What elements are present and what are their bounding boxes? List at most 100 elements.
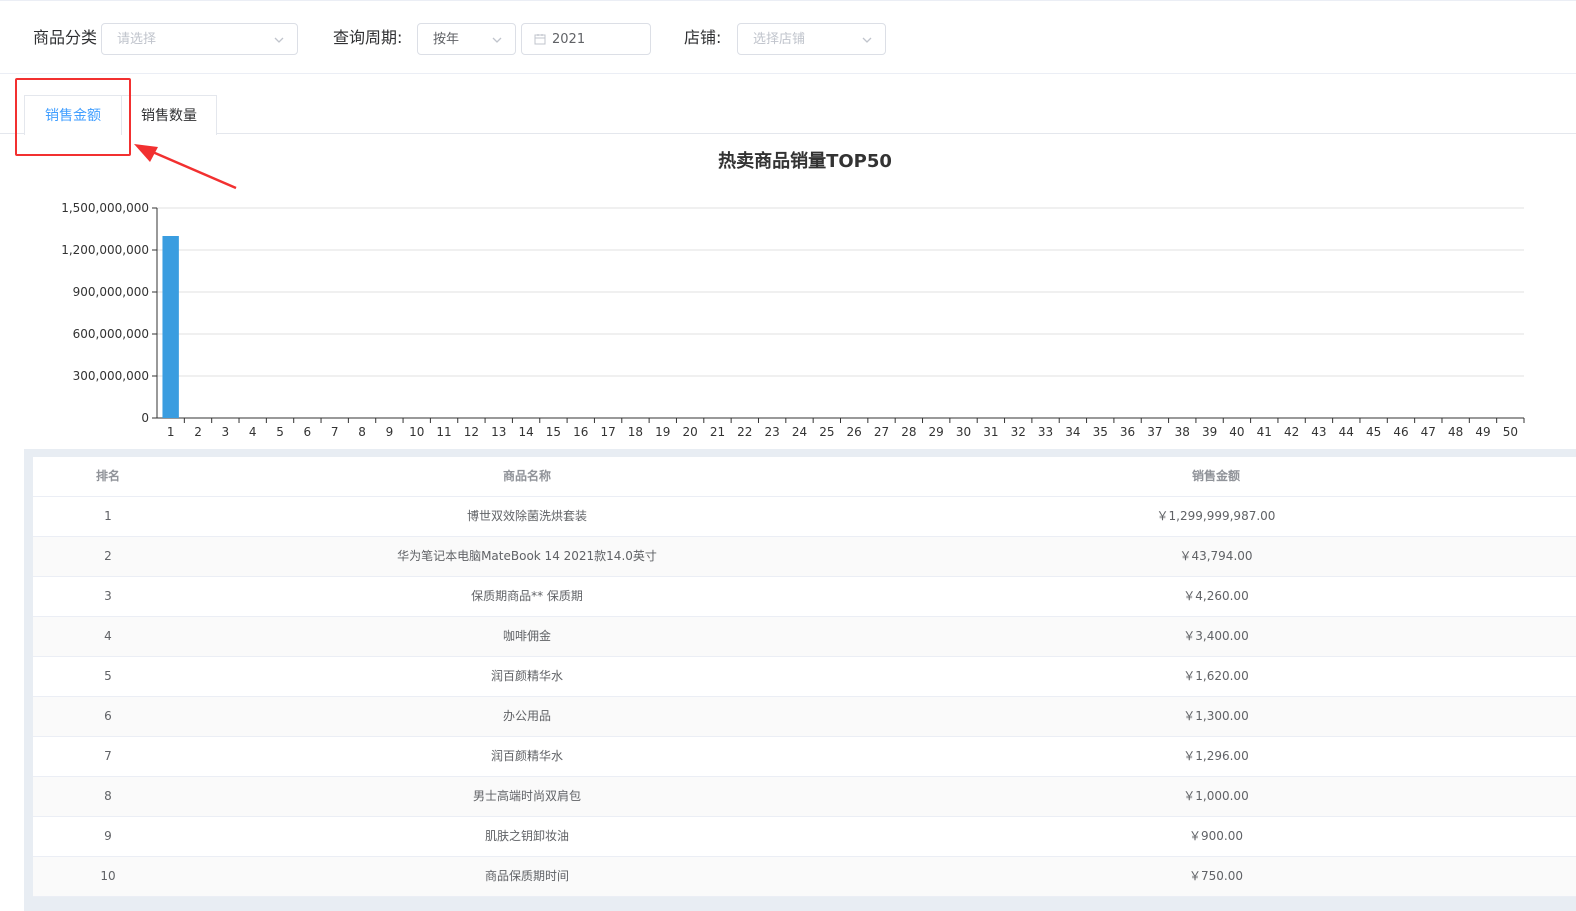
x-tick-label: 20 — [682, 425, 697, 439]
row-sales-amount: ￥43,794.00 — [1179, 549, 1253, 563]
row-rank: 8 — [104, 789, 112, 803]
table-row[interactable]: 6 办公用品 ￥1,300.00 — [33, 697, 1576, 737]
x-tick-label: 2 — [194, 425, 202, 439]
y-tick-label: 900,000,000 — [73, 285, 149, 299]
x-tick-label: 7 — [331, 425, 339, 439]
store-select[interactable]: 选择店铺 — [737, 23, 886, 55]
row-sales-amount: ￥1,620.00 — [1183, 669, 1249, 683]
table-row[interactable]: 8 男士高端时尚双肩包 ￥1,000.00 — [33, 777, 1576, 817]
x-tick-label: 16 — [573, 425, 588, 439]
tab-sales-quantity[interactable]: 销售数量 — [121, 95, 217, 135]
table-row[interactable]: 9 肌肤之钥卸妆油 ￥900.00 — [33, 817, 1576, 857]
ranking-table: 排名 商品名称 销售金额 1 博世双效除菌洗烘套装 ￥1,299,999,987.0… — [33, 457, 1576, 897]
row-sales-amount: ￥3,400.00 — [1183, 629, 1249, 643]
row-rank: 9 — [104, 829, 112, 843]
x-tick-label: 33 — [1038, 425, 1053, 439]
x-tick-label: 18 — [628, 425, 643, 439]
x-tick-label: 32 — [1011, 425, 1026, 439]
y-tick-label: 0 — [141, 411, 149, 425]
table-row[interactable]: 7 润百颜精华水 ￥1,296.00 — [33, 737, 1576, 777]
row-product-name: 华为笔记本电脑MateBook 14 2021款14.0英寸 — [397, 549, 657, 563]
table-header: 排名 商品名称 销售金额 — [33, 457, 1576, 497]
y-tick-label: 600,000,000 — [73, 327, 149, 341]
x-tick-label: 6 — [304, 425, 312, 439]
x-tick-label: 4 — [249, 425, 257, 439]
x-tick-label: 40 — [1229, 425, 1244, 439]
row-rank: 3 — [104, 589, 112, 603]
chevron-down-icon — [274, 37, 284, 43]
x-tick-label: 12 — [464, 425, 479, 439]
row-sales-amount: ￥750.00 — [1189, 869, 1243, 883]
x-tick-label: 38 — [1175, 425, 1190, 439]
row-rank: 5 — [104, 669, 112, 683]
row-product-name: 博世双效除菌洗烘套装 — [466, 509, 587, 523]
category-placeholder: 请选择 — [117, 32, 157, 47]
period-label: 查询周期: — [333, 28, 403, 47]
x-tick-label: 25 — [819, 425, 834, 439]
year-value: 2021 — [552, 32, 586, 47]
store-label: 店铺: — [684, 28, 722, 47]
x-tick-label: 8 — [358, 425, 366, 439]
row-sales-amount: ￥1,300.00 — [1183, 709, 1249, 723]
row-rank: 7 — [104, 749, 112, 763]
chevron-down-icon — [492, 37, 502, 43]
x-tick-label: 50 — [1503, 425, 1518, 439]
x-tick-label: 15 — [546, 425, 561, 439]
header-amount: 销售金额 — [1191, 469, 1240, 483]
row-sales-amount: ￥1,296.00 — [1183, 749, 1249, 763]
x-tick-label: 48 — [1448, 425, 1463, 439]
header-name: 商品名称 — [502, 469, 551, 483]
table-row[interactable]: 1 博世双效除菌洗烘套装 ￥1,299,999,987.00 — [33, 497, 1576, 537]
x-tick-label: 43 — [1311, 425, 1326, 439]
table-row[interactable]: 2 华为笔记本电脑MateBook 14 2021款14.0英寸 ￥43,794.0… — [33, 537, 1576, 577]
x-tick-label: 39 — [1202, 425, 1217, 439]
chevron-down-icon — [862, 37, 872, 43]
x-tick-label: 45 — [1366, 425, 1381, 439]
row-rank: 2 — [104, 549, 112, 563]
row-rank: 1 — [104, 509, 112, 523]
x-tick-label: 29 — [929, 425, 944, 439]
x-tick-label: 47 — [1421, 425, 1436, 439]
category-select[interactable]: 请选择 — [101, 23, 298, 55]
row-product-name: 男士高端时尚双肩包 — [472, 789, 581, 803]
x-tick-label: 35 — [1093, 425, 1108, 439]
year-picker[interactable]: 2021 — [521, 23, 651, 55]
x-tick-label: 3 — [222, 425, 230, 439]
row-sales-amount: ￥900.00 — [1189, 829, 1243, 843]
x-tick-label: 13 — [491, 425, 506, 439]
y-tick-label: 1,200,000,000 — [61, 243, 149, 257]
table-row[interactable]: 5 润百颜精华水 ￥1,620.00 — [33, 657, 1576, 697]
x-tick-label: 34 — [1065, 425, 1080, 439]
x-tick-label: 5 — [276, 425, 284, 439]
table-row[interactable]: 3 保质期商品** 保质期 ￥4,260.00 — [33, 577, 1576, 617]
x-tick-label: 22 — [737, 425, 752, 439]
table-container: 排名 商品名称 销售金额 1 博世双效除菌洗烘套装 ￥1,299,999,987.0… — [24, 449, 1576, 911]
x-tick-label: 36 — [1120, 425, 1135, 439]
store-placeholder: 选择店铺 — [753, 32, 806, 47]
x-tick-label: 31 — [983, 425, 998, 439]
x-tick-label: 46 — [1393, 425, 1408, 439]
x-tick-label: 1 — [167, 425, 175, 439]
period-type-select[interactable]: 按年 — [417, 23, 516, 55]
row-product-name: 肌肤之钥卸妆油 — [484, 829, 569, 843]
filter-bar: 商品分类 请选择 查询周期: 按年 2021 店铺: 选择店铺 — [0, 0, 1576, 74]
x-tick-label: 9 — [386, 425, 394, 439]
sales-bar-chart: 0 300,000,000 600,000,000 900,000,000 1,200,… — [0, 190, 1576, 448]
y-tick-label: 300,000,000 — [73, 369, 149, 383]
x-tick-label: 26 — [847, 425, 862, 439]
row-rank: 6 — [104, 709, 112, 723]
x-tick-label: 24 — [792, 425, 807, 439]
x-tick-label: 11 — [436, 425, 451, 439]
row-rank: 10 — [100, 869, 116, 883]
row-product-name: 办公用品 — [502, 709, 551, 723]
x-tick-label: 30 — [956, 425, 971, 439]
row-product-name: 保质期商品** 保质期 — [471, 589, 583, 603]
calendar-icon — [534, 34, 546, 45]
row-product-name: 润百颜精华水 — [490, 749, 563, 763]
x-tick-label: 28 — [901, 425, 916, 439]
x-tick-label: 37 — [1147, 425, 1162, 439]
bar — [162, 236, 179, 418]
x-tick-label: 49 — [1475, 425, 1490, 439]
table-row[interactable]: 4 咖啡佣金 ￥3,400.00 — [33, 617, 1576, 657]
table-row[interactable]: 10 商品保质期时间 ￥750.00 — [33, 857, 1576, 897]
